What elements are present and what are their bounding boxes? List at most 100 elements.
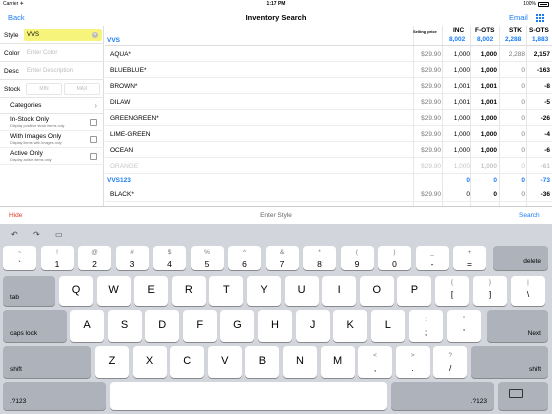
key-t[interactable]: T	[209, 276, 244, 306]
key-b[interactable]: B	[245, 346, 280, 378]
active-only-toggle[interactable]: Active Only Display active items only	[0, 148, 104, 165]
stock-min-input[interactable]: MIN	[26, 83, 62, 95]
key-e[interactable]: E	[134, 276, 169, 306]
shift-left-key[interactable]: shift	[3, 346, 91, 378]
key-o[interactable]: O	[359, 276, 394, 306]
cell-inc: 1,000	[453, 147, 470, 154]
space-bar[interactable]	[110, 382, 387, 410]
key-7[interactable]: & 7	[265, 246, 299, 270]
key-symbol[interactable]: :;	[409, 310, 443, 342]
in-stock-toggle[interactable]: In-Stock Only Display positive stock ite…	[0, 114, 104, 131]
cell-price: $29.90	[421, 83, 441, 90]
key-5[interactable]: % 5	[190, 246, 224, 270]
key-a[interactable]: A	[70, 310, 104, 342]
key-y[interactable]: Y	[247, 276, 281, 306]
next-key[interactable]: Next	[487, 310, 548, 342]
with-images-checkbox[interactable]	[90, 136, 97, 143]
key-w[interactable]: W	[96, 276, 131, 306]
key-d[interactable]: D	[145, 310, 180, 342]
key-3[interactable]: #3	[115, 246, 149, 270]
key-symbol[interactable]: <,	[358, 346, 392, 378]
chevron-right-icon: ›	[94, 101, 97, 110]
with-images-toggle[interactable]: With Images Only Display items with imag…	[0, 131, 104, 148]
numbers-key-right[interactable]: .?123	[391, 382, 494, 410]
key-1[interactable]: ! 1	[40, 246, 74, 270]
desc-input[interactable]: Enter Description	[24, 65, 102, 77]
key-i[interactable]: I	[322, 276, 357, 306]
key-secondary-label: ^	[242, 249, 247, 256]
key-x[interactable]: X	[132, 346, 167, 378]
clear-icon[interactable]: ×	[92, 32, 98, 38]
group-total-sots: 1,883	[532, 36, 549, 43]
cell-price: $29.90	[421, 147, 441, 154]
key-2[interactable]: @2	[78, 246, 111, 270]
delete-key[interactable]: delete	[493, 246, 548, 270]
undo-icon[interactable]: ↶	[11, 230, 18, 239]
categories-row[interactable]: Categories ›	[0, 98, 104, 114]
cell-fots: 1,000	[480, 115, 497, 122]
key-s[interactable]: S	[107, 310, 142, 342]
key-=[interactable]: + =	[453, 246, 486, 270]
key-label: N	[296, 355, 304, 367]
key-c[interactable]: C	[170, 346, 205, 378]
key-symbol[interactable]: | \	[511, 276, 545, 306]
stock-max-input[interactable]: MAX	[64, 83, 100, 95]
key-l[interactable]: L	[370, 310, 405, 342]
key-v[interactable]: V	[207, 346, 242, 378]
key-primary-label: 4	[167, 259, 172, 269]
grid-icon[interactable]	[536, 14, 544, 22]
key-symbol[interactable]: }]	[473, 276, 507, 306]
key-4[interactable]: $4	[153, 246, 186, 270]
key-m[interactable]: M	[320, 346, 355, 378]
color-input[interactable]: Enter Color	[24, 47, 102, 59]
key-f[interactable]: F	[182, 310, 217, 342]
key-symbol[interactable]: {[	[435, 276, 469, 306]
key-0[interactable]: ) 0	[378, 246, 411, 270]
shift-right-key[interactable]: shift	[471, 346, 548, 378]
key-j[interactable]: J	[295, 310, 330, 342]
table-row[interactable]: OCEAN $29.90 1,000 1,000 0 -6	[105, 142, 552, 158]
in-stock-checkbox[interactable]	[90, 119, 97, 126]
table-row[interactable]: ORANGE $29.90 1,000 1,000 0 -61	[105, 158, 552, 174]
key-r[interactable]: R	[171, 276, 206, 306]
cell-stk: 2,288	[508, 51, 525, 58]
key-n[interactable]: N	[283, 346, 317, 378]
active-only-checkbox[interactable]	[90, 153, 97, 160]
key-symbol[interactable]: ? /	[433, 346, 468, 378]
numbers-key-left[interactable]: .?123	[3, 382, 106, 410]
table-row[interactable]: AQUA* $29.90 1,000 1,000 2,288 2,157	[105, 46, 552, 62]
key-z[interactable]: Z	[95, 346, 129, 378]
key-g[interactable]: G	[220, 310, 255, 342]
table-row[interactable]: LIME-GREEN $29.90 1,000 1,000 0 -4	[105, 126, 552, 142]
key-symbol[interactable]: " '	[447, 310, 481, 342]
key-`[interactable]: ~ `	[3, 246, 36, 270]
table-row[interactable]: DILAW $29.90 1,001 1,001 0 -5	[105, 94, 552, 110]
key-symbol[interactable]: >.	[395, 346, 430, 378]
key-9[interactable]: (9	[340, 246, 374, 270]
style-row: Style VVS ×	[0, 26, 104, 44]
table-row[interactable]: BROWN* $29.90 1,001 1,001 0 -8	[105, 78, 552, 94]
clock: 1:17 PM	[266, 1, 286, 7]
key-u[interactable]: U	[284, 276, 319, 306]
table-row[interactable]: BLUEBLUE* $29.90 1,000 1,000 0 -163	[105, 62, 552, 78]
style-input[interactable]: VVS ×	[24, 29, 102, 41]
table-row[interactable]: GREENGREEN* $29.90 1,000 1,000 0 -26	[105, 110, 552, 126]
cell-inc: 1,001	[453, 83, 470, 90]
key-6[interactable]: ^ 6	[228, 246, 261, 270]
key-8[interactable]: * 8	[303, 246, 336, 270]
key-k[interactable]: K	[333, 310, 368, 342]
redo-icon[interactable]: ↷	[33, 230, 40, 239]
email-button[interactable]: Email	[509, 13, 528, 22]
caps-lock-key[interactable]: caps lock	[3, 310, 67, 342]
paste-icon[interactable]: ▭	[55, 230, 63, 239]
key-h[interactable]: H	[258, 310, 292, 342]
key-p[interactable]: P	[397, 276, 432, 306]
table-row[interactable]: BLACK* $29.90 0 0 0 -36	[105, 186, 552, 202]
keyboard-dismiss-button[interactable]	[498, 382, 548, 410]
key-q[interactable]: Q	[59, 276, 93, 306]
tab-key[interactable]: tab	[3, 276, 55, 306]
cell-price: $29.90	[421, 51, 441, 58]
key--[interactable]: _ -	[415, 246, 449, 270]
search-button[interactable]: Search	[519, 212, 540, 219]
key-primary-label: ,	[373, 363, 377, 373]
